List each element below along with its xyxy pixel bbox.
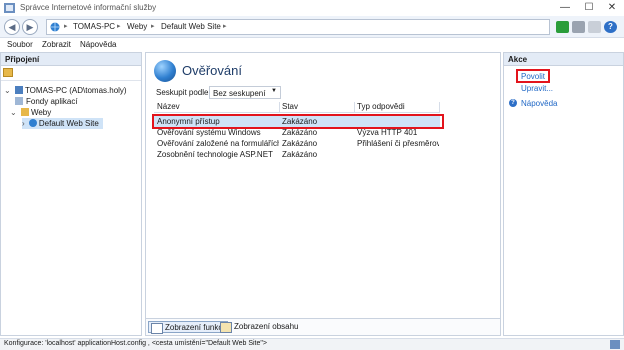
dropdown-arrow-icon: ▼ bbox=[271, 88, 277, 94]
back-button[interactable]: ◀ bbox=[4, 19, 20, 35]
menu-bar: Soubor Zobrazit Nápověda bbox=[0, 38, 624, 52]
table-row[interactable]: Zosobnění technologie ASP.NET Zakázáno bbox=[154, 149, 440, 160]
forward-button[interactable]: ▶ bbox=[22, 19, 38, 35]
tab-features-view[interactable]: Zobrazení funkcí bbox=[148, 321, 228, 334]
page-title: Ověřování bbox=[182, 63, 242, 78]
maximize-button[interactable]: ☐ bbox=[578, 2, 600, 14]
cell-type: Přihlášení či přesměrov... bbox=[357, 139, 439, 148]
app-pool-icon bbox=[15, 97, 23, 105]
chevron-right-icon[interactable]: › bbox=[22, 119, 25, 128]
group-by-bar: Seskupit podle: Bez seskupení ▼ bbox=[154, 86, 440, 100]
actions-pane: Akce Povolit Upravit... ? Nápověda bbox=[503, 52, 624, 336]
chevron-right-icon: ▸ bbox=[151, 23, 155, 30]
view-tabs: Zobrazení funkcí Zobrazení obsahu bbox=[146, 318, 500, 335]
address-bar[interactable]: ▸ TOMAS-PC ▸ Weby ▸ Default Web Site ▸ bbox=[46, 19, 550, 35]
menu-file[interactable]: Soubor bbox=[7, 40, 33, 49]
column-name[interactable]: Název bbox=[157, 102, 180, 111]
menu-help[interactable]: Nápověda bbox=[80, 40, 116, 49]
expand-icon[interactable]: ⌄ bbox=[10, 108, 17, 117]
cell-status: Zakázáno bbox=[282, 150, 318, 159]
tree-label: TOMAS-PC (AD\tomas.holy) bbox=[24, 86, 127, 95]
tree-item-default-web-site[interactable]: › Default Web Site bbox=[22, 118, 103, 129]
title-bar: Správce Internetové informační služby — … bbox=[0, 0, 624, 16]
globe-icon bbox=[28, 119, 37, 127]
connections-pane: Připojení ⌄ TOMAS-PC (AD\tomas.holy) Fon… bbox=[0, 52, 142, 336]
table-header: Název Stav Typ odpovědi bbox=[154, 101, 440, 113]
column-divider[interactable] bbox=[354, 102, 355, 113]
status-bar: Konfigurace: 'localhost' applicationHost… bbox=[0, 338, 624, 350]
breadcrumb-site[interactable]: Default Web Site bbox=[161, 22, 221, 31]
column-divider[interactable] bbox=[279, 102, 280, 113]
connections-toolbar bbox=[1, 66, 141, 81]
window-title: Správce Internetové informační služby bbox=[20, 3, 157, 12]
group-by-value: Bez seskupení bbox=[213, 89, 266, 98]
cell-status: Zakázáno bbox=[282, 139, 318, 148]
chevron-right-icon: ▸ bbox=[117, 23, 121, 30]
column-response-type[interactable]: Typ odpovědi bbox=[357, 102, 405, 111]
column-status[interactable]: Stav bbox=[282, 102, 298, 111]
tab-label: Zobrazení obsahu bbox=[234, 322, 299, 331]
stop-icon[interactable] bbox=[588, 21, 601, 33]
globe-icon bbox=[50, 22, 60, 32]
group-by-select[interactable]: Bez seskupení ▼ bbox=[209, 86, 281, 99]
tree-label: Weby bbox=[30, 108, 52, 117]
highlight-frame bbox=[516, 69, 550, 83]
authentication-globe-icon bbox=[154, 60, 176, 82]
status-text: Konfigurace: 'localhost' applicationHost… bbox=[4, 340, 267, 347]
connect-icon[interactable] bbox=[556, 21, 569, 33]
table-row[interactable]: Ověřování založené na formulářích Zakázá… bbox=[154, 138, 440, 149]
highlight-frame bbox=[152, 114, 444, 129]
tree-label: Default Web Site bbox=[38, 119, 99, 128]
chevron-right-icon: ▸ bbox=[223, 23, 227, 30]
column-divider[interactable] bbox=[439, 102, 440, 113]
tree-label: Fondy aplikací bbox=[26, 97, 78, 106]
content-view-icon bbox=[220, 322, 232, 333]
tab-label: Zobrazení funkcí bbox=[165, 323, 225, 332]
cell-name: Zosobnění technologie ASP.NET bbox=[157, 150, 273, 159]
cell-name: Ověřování založené na formulářích bbox=[157, 139, 279, 148]
breadcrumb-sites[interactable]: Weby bbox=[127, 22, 147, 31]
iis-app-icon bbox=[4, 3, 15, 13]
group-by-label: Seskupit podle: bbox=[156, 88, 211, 97]
connect-folder-icon[interactable] bbox=[3, 68, 13, 77]
breadcrumb-server[interactable]: TOMAS-PC bbox=[73, 22, 115, 31]
chevron-right-icon: ▸ bbox=[64, 23, 68, 30]
tree-item-server[interactable]: ⌄ TOMAS-PC (AD\tomas.holy) bbox=[4, 85, 127, 96]
server-icon bbox=[14, 86, 23, 94]
tab-content-view[interactable]: Zobrazení obsahu bbox=[218, 321, 301, 333]
connections-title: Připojení bbox=[1, 53, 141, 66]
features-view-icon bbox=[151, 323, 163, 334]
tree-item-sites[interactable]: ⌄ Weby bbox=[10, 107, 51, 118]
status-network-icon bbox=[610, 340, 620, 349]
expand-icon[interactable]: ⌄ bbox=[4, 86, 11, 95]
menu-view[interactable]: Zobrazit bbox=[42, 40, 71, 49]
help-icon[interactable]: ? bbox=[604, 21, 617, 33]
edit-link[interactable]: Upravit... bbox=[521, 84, 553, 93]
tree-item-app-pools[interactable]: Fondy aplikací bbox=[15, 96, 78, 107]
navigation-bar: ◀ ▶ ▸ TOMAS-PC ▸ Weby ▸ Default Web Site… bbox=[0, 16, 624, 38]
help-icon: ? bbox=[509, 99, 517, 107]
close-connection-icon[interactable] bbox=[572, 21, 585, 33]
folder-icon bbox=[20, 108, 29, 116]
close-button[interactable]: ✕ bbox=[601, 2, 623, 14]
help-link[interactable]: Nápověda bbox=[521, 99, 557, 108]
authentication-pane: Ověřování Seskupit podle: Bez seskupení … bbox=[145, 52, 501, 336]
minimize-button[interactable]: — bbox=[554, 2, 576, 14]
actions-title: Akce bbox=[504, 53, 623, 66]
